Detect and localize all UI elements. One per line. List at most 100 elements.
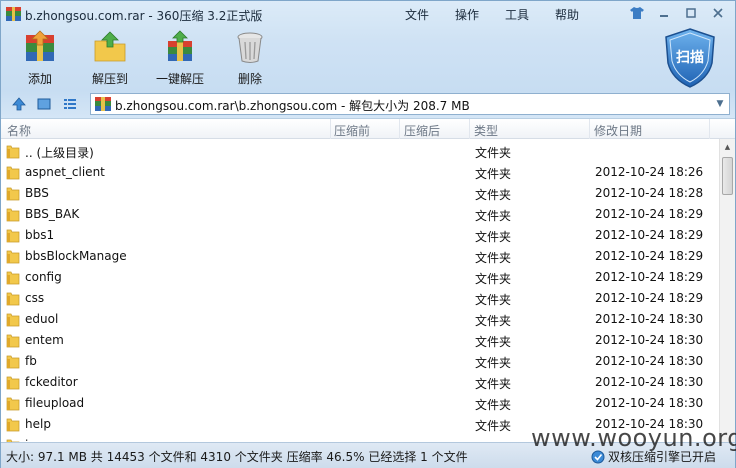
file-date: 2012-10-24 18:30 xyxy=(595,312,704,326)
status-text: 大小: 97.1 MB 共 14453 个文件和 4310 个文件夹 压缩率 4… xyxy=(6,450,468,464)
engine-text: 双核压缩引擎已开启 xyxy=(608,450,717,464)
path-text: b.zhongsou.com.rar\b.zhongsou.com - 解包大小… xyxy=(115,99,470,113)
file-type: 文件夹 xyxy=(475,356,512,370)
file-name: entem xyxy=(25,333,64,347)
menu-tools[interactable]: 工具 xyxy=(505,6,555,23)
file-date: 2012-10-24 18:30 xyxy=(595,375,704,389)
column-name[interactable]: 名称 xyxy=(7,122,31,139)
delete-button[interactable]: 删除 xyxy=(215,29,285,89)
scan-button[interactable]: 扫描 xyxy=(662,27,718,89)
file-row[interactable]: fileupload 文件夹 2012-10-24 18:30 xyxy=(1,393,719,414)
column-divider[interactable] xyxy=(330,119,331,139)
folder-icon xyxy=(6,250,20,264)
trash-can-icon xyxy=(237,32,263,63)
file-date: 2012-10-24 18:30 xyxy=(595,396,704,410)
file-name: aspnet_client xyxy=(25,165,105,179)
file-type: 文件夹 xyxy=(475,377,512,391)
file-type: 文件夹 xyxy=(475,398,512,412)
file-type: 文件夹 xyxy=(475,272,512,286)
file-row[interactable]: aspnet_client 文件夹 2012-10-24 18:26 xyxy=(1,162,719,183)
folder-icon xyxy=(6,418,20,432)
scroll-up-arrow-icon[interactable]: ▲ xyxy=(720,139,735,155)
address-bar: b.zhongsou.com.rar\b.zhongsou.com - 解包大小… xyxy=(1,92,735,116)
column-divider[interactable] xyxy=(469,119,470,139)
file-name: fileupload xyxy=(25,396,85,410)
file-row[interactable]: fb 文件夹 2012-10-24 18:30 xyxy=(1,351,719,372)
one-click-extract-label: 一键解压 xyxy=(155,72,204,86)
scan-label: 扫描 xyxy=(676,50,704,66)
folder-icon xyxy=(6,292,20,306)
one-click-extract-button[interactable]: 一键解压 xyxy=(145,29,215,89)
file-rows: .. (上级目录) 文件夹 aspnet_client 文件夹 2012-10-… xyxy=(1,141,719,443)
file-list: 名称 压缩前 压缩后 类型 修改日期 .. (上级目录) 文件夹 aspnet_… xyxy=(1,118,735,443)
file-row[interactable]: help 文件夹 2012-10-24 18:30 xyxy=(1,414,719,435)
details-view-icon[interactable] xyxy=(62,96,78,112)
file-name: fb xyxy=(25,354,37,368)
file-name: .. (上级目录) xyxy=(25,146,94,160)
close-icon[interactable] xyxy=(707,4,729,22)
folder-icon xyxy=(6,334,20,348)
file-type: 文件夹 xyxy=(475,188,512,202)
folder-icon xyxy=(6,313,20,327)
folder-icon xyxy=(6,355,20,369)
file-row[interactable]: fckeditor 文件夹 2012-10-24 18:30 xyxy=(1,372,719,393)
up-arrow-icon[interactable] xyxy=(11,96,27,112)
column-divider[interactable] xyxy=(589,119,590,139)
file-date: 2012-10-24 18:29 xyxy=(595,291,704,305)
column-type[interactable]: 类型 xyxy=(474,122,498,139)
archive-path-icon xyxy=(95,97,111,111)
file-type: 文件夹 xyxy=(475,167,512,181)
menu-file[interactable]: 文件 xyxy=(405,6,455,23)
folder-icon xyxy=(6,397,20,411)
menu-operation[interactable]: 操作 xyxy=(455,6,505,23)
file-row[interactable]: entem 文件夹 2012-10-24 18:30 xyxy=(1,330,719,351)
file-name: bbs1 xyxy=(25,228,55,242)
file-name: config xyxy=(25,270,62,284)
extract-folder-icon xyxy=(94,31,126,62)
column-divider[interactable] xyxy=(709,119,710,139)
file-date: 2012-10-24 18:29 xyxy=(595,207,704,221)
file-row[interactable]: BBS_BAK 文件夹 2012-10-24 18:29 xyxy=(1,204,719,225)
file-row[interactable]: .. (上级目录) 文件夹 xyxy=(1,141,719,162)
maximize-icon[interactable] xyxy=(680,4,702,22)
extract-to-button[interactable]: 解压到 xyxy=(75,29,145,89)
folder-icon xyxy=(6,376,20,390)
folder-icon xyxy=(6,271,20,285)
folder-icon xyxy=(6,187,20,201)
add-archive-icon xyxy=(26,30,54,61)
file-row[interactable]: bbs1 文件夹 2012-10-24 18:29 xyxy=(1,225,719,246)
file-row[interactable]: config 文件夹 2012-10-24 18:29 xyxy=(1,267,719,288)
large-icons-view-icon[interactable] xyxy=(36,96,52,112)
file-name: eduol xyxy=(25,312,59,326)
menu-bar: 文件 操作 工具 帮助 xyxy=(405,6,605,23)
file-date: 2012-10-24 18:30 xyxy=(595,354,704,368)
file-row[interactable]: eduol 文件夹 2012-10-24 18:30 xyxy=(1,309,719,330)
path-field[interactable]: b.zhongsou.com.rar\b.zhongsou.com - 解包大小… xyxy=(90,93,730,115)
vertical-scrollbar[interactable]: ▲ xyxy=(719,139,735,443)
file-type: 文件夹 xyxy=(475,419,512,433)
file-type: 文件夹 xyxy=(475,230,512,244)
skin-shirt-icon[interactable] xyxy=(626,4,648,22)
folder-icon xyxy=(6,166,20,180)
column-compressed-after[interactable]: 压缩后 xyxy=(404,122,440,139)
delete-label: 删除 xyxy=(237,72,262,86)
file-row[interactable]: BBS 文件夹 2012-10-24 18:28 xyxy=(1,183,719,204)
file-row[interactable]: bbsBlockManage 文件夹 2012-10-24 18:29 xyxy=(1,246,719,267)
engine-status: 双核压缩引擎已开启 xyxy=(591,448,716,465)
column-modified[interactable]: 修改日期 xyxy=(594,122,642,139)
file-name: css xyxy=(25,291,45,305)
add-button[interactable]: 添加 xyxy=(5,29,75,89)
minimize-icon[interactable] xyxy=(653,4,675,22)
one-click-extract-icon xyxy=(168,30,192,61)
add-label: 添加 xyxy=(27,72,52,86)
column-divider[interactable] xyxy=(399,119,400,139)
rar-archive-icon xyxy=(6,7,21,21)
file-date: 2012-10-24 18:26 xyxy=(595,165,704,179)
column-compressed-before[interactable]: 压缩前 xyxy=(334,122,370,139)
menu-help[interactable]: 帮助 xyxy=(555,6,605,23)
file-row[interactable]: css 文件夹 2012-10-24 18:29 xyxy=(1,288,719,309)
file-date: 2012-10-24 18:28 xyxy=(595,186,704,200)
chevron-down-icon[interactable]: ▼ xyxy=(711,94,729,114)
scroll-thumb[interactable] xyxy=(722,157,733,195)
dual-core-engine-icon xyxy=(591,450,605,463)
